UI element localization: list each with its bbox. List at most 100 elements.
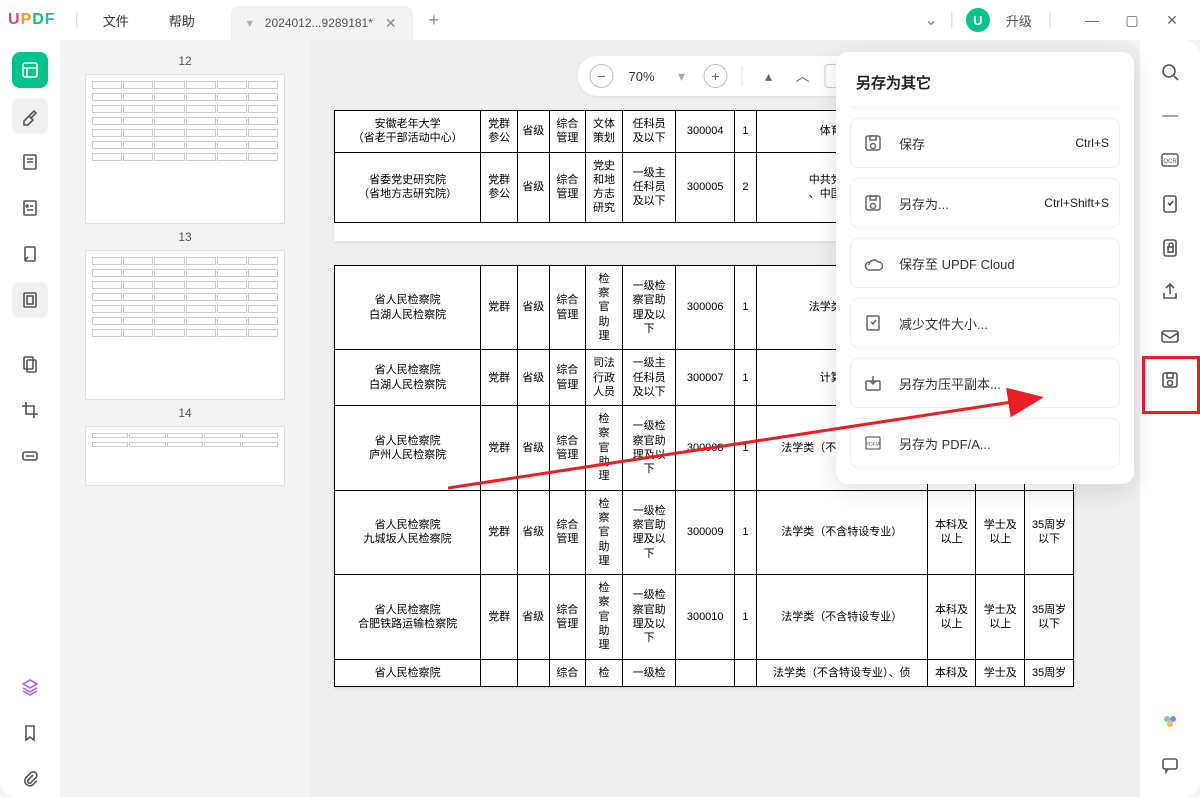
table-cell: 检察官助理 [586,490,623,574]
popup-item-0[interactable]: 保存Ctrl+S [850,118,1120,168]
table-cell: 学士及 [976,659,1025,686]
table-cell: 学士及以上 [976,490,1025,574]
popup-item-5[interactable]: PDF/A另存为 PDF/A... [850,418,1120,468]
table-cell: 2 [734,152,756,222]
popup-item-icon: PDF/A [861,431,885,455]
form-tool[interactable] [12,190,48,226]
popup-item-shortcut: Ctrl+S [1075,136,1109,150]
table-cell: 省级 [517,406,549,490]
upgrade-button[interactable]: 升级 [1002,11,1036,30]
organize-tool[interactable] [12,236,48,272]
first-page-button[interactable]: ▴ [757,64,781,88]
table-cell: 综合管理 [549,111,586,153]
thumb-label: 13 [178,230,191,244]
table-cell: 综合管理 [549,490,586,574]
popup-item-4[interactable]: 另存为压平副本... [850,358,1120,408]
page-tool[interactable] [12,346,48,382]
table-cell: 法学类（不含特设专业） [756,575,927,659]
comment-icon[interactable] [1154,749,1186,781]
share-icon[interactable] [1154,276,1186,308]
table-cell: 300009 [676,490,735,574]
minus-icon[interactable]: — [1154,100,1186,132]
table-cell: 一级主任科员及以下 [622,152,676,222]
email-icon[interactable] [1154,320,1186,352]
save-as-icon[interactable] [1154,364,1186,396]
ai-assistant-icon[interactable] [1154,705,1186,737]
table-cell: 省人民检察院庐州人民检察院 [335,406,481,490]
avatar[interactable]: U [966,8,990,32]
table-cell: 省级 [517,575,549,659]
table-cell: 一级检察官助理及以下 [622,406,676,490]
table-cell: 省人民检察院白湖人民检察院 [335,350,481,406]
page-thumbnail[interactable] [85,74,285,224]
table-cell: 一级检 [622,659,676,686]
menu-help[interactable]: 帮助 [149,11,215,30]
zoom-dropdown[interactable]: ▾ [670,64,694,88]
menu-file[interactable]: 文件 [83,11,149,30]
search-icon[interactable] [1154,56,1186,88]
svg-text:PDF/A: PDF/A [866,442,881,448]
thumb-label: 12 [178,54,191,68]
redact-tool[interactable] [12,438,48,474]
table-cell: 党群参公 [481,111,518,153]
table-cell: 1 [734,350,756,406]
table-cell: 党群 [481,350,518,406]
table-cell: 省人民检察院合肥铁路运输检察院 [335,575,481,659]
zoom-in-button[interactable]: + [704,64,728,88]
highlight-tool[interactable] [12,98,48,134]
table-cell [734,659,756,686]
table-cell: 省级 [517,111,549,153]
table-cell: 300004 [676,111,735,153]
table-cell: 一级检察官助理及以下 [622,490,676,574]
protect-icon[interactable] [1154,232,1186,264]
bookmark-tool[interactable] [12,715,48,751]
table-cell: 本科及以上 [927,490,976,574]
table-cell [676,659,735,686]
popup-item-icon [861,311,885,335]
close-window-button[interactable]: ✕ [1152,4,1192,36]
thumb-label: 14 [178,406,191,420]
table-cell: 300007 [676,350,735,406]
layers-tool[interactable] [12,669,48,705]
table-cell: 综合管理 [549,265,586,349]
page-thumbnail[interactable] [85,250,285,400]
zoom-out-button[interactable]: − [590,64,614,88]
convert-icon[interactable] [1154,188,1186,220]
table-cell: 35周岁 [1025,659,1074,686]
table-cell: 综合管理 [549,406,586,490]
table-cell: 任科员及以下 [622,111,676,153]
popup-item-icon [861,131,885,155]
table-cell: 法学类（不含特设专业）、侦 [756,659,927,686]
table-cell: 1 [734,265,756,349]
add-tab-button[interactable]: + [429,10,440,31]
popup-item-label: 另存为压平副本... [899,374,1109,393]
maximize-button[interactable]: ▢ [1112,4,1152,36]
table-cell: 1 [734,111,756,153]
thumbnails-tool[interactable] [12,52,48,88]
popup-item-3[interactable]: 减少文件大小... [850,298,1120,348]
table-cell: 综合管理 [549,152,586,222]
table-cell: 一级检察官助理及以下 [622,575,676,659]
crop-tool[interactable] [12,392,48,428]
svg-text:OCR: OCR [1163,159,1177,165]
edit-text-tool[interactable] [12,144,48,180]
popup-item-2[interactable]: 保存至 UPDF Cloud [850,238,1120,288]
close-icon[interactable]: ✕ [385,15,397,32]
divider: | [75,11,79,29]
table-cell: 检察官助理 [586,265,623,349]
ocr-icon[interactable]: OCR [1154,144,1186,176]
divider [742,66,743,86]
zoom-toolbar: − 70% ▾ + ▴ ︿ [578,56,873,96]
attachment-tool[interactable] [12,761,48,797]
document-tab[interactable]: ▾ 2024012...9289181* ✕ [231,6,413,40]
table-cell: 法学类（不含特设专业） [756,490,927,574]
chevron-down-icon[interactable]: ⌄ [924,10,937,30]
table-cell: 司法行政人员 [586,350,623,406]
ocr-tool[interactable] [12,282,48,318]
popup-item-icon [861,191,885,215]
page-thumbnail[interactable] [85,426,285,486]
prev-page-button[interactable]: ︿ [791,64,815,88]
popup-item-1[interactable]: 另存为...Ctrl+Shift+S [850,178,1120,228]
app-logo: UPDF [8,11,55,29]
minimize-button[interactable]: — [1072,4,1112,36]
